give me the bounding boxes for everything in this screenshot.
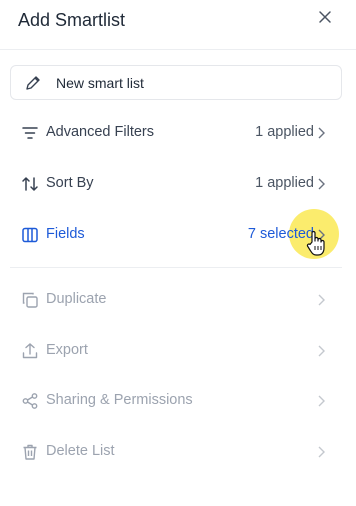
menu-label: Fields [46, 226, 85, 242]
share-icon [22, 393, 38, 409]
divider [10, 267, 342, 268]
chevron-right-icon [318, 178, 325, 190]
chevron-right-icon [318, 294, 325, 306]
menu-label: Export [46, 342, 88, 358]
filter-lines-icon [22, 127, 38, 139]
menu-label: Advanced Filters [46, 124, 154, 140]
list-name-input[interactable] [56, 72, 326, 94]
trash-icon [23, 444, 37, 460]
menu-item-sharing-permissions[interactable]: Sharing & Permissions [0, 383, 356, 419]
menu-item-fields[interactable]: Fields 7 selected [0, 217, 356, 253]
copy-icon [22, 292, 38, 308]
panel-title: Add Smartlist [18, 10, 126, 30]
chevron-right-icon [318, 446, 325, 458]
chevron-right-icon [318, 395, 325, 407]
panel-header: Add Smartlist [0, 0, 356, 50]
pencil-icon [26, 76, 40, 90]
columns-icon [22, 227, 38, 243]
close-icon[interactable] [316, 8, 334, 26]
menu-item-advanced-filters[interactable]: Advanced Filters 1 applied [0, 115, 356, 151]
list-name-field[interactable] [10, 65, 342, 100]
menu-label: Delete List [46, 443, 115, 459]
menu-label: Sharing & Permissions [46, 392, 193, 408]
menu-item-duplicate[interactable]: Duplicate [0, 282, 356, 318]
menu-label: Sort By [46, 175, 94, 191]
hand-pointer-icon [306, 230, 325, 256]
menu-item-sort-by[interactable]: Sort By 1 applied [0, 166, 356, 202]
menu-label: Duplicate [46, 291, 107, 307]
menu-value: 7 selected [247, 226, 314, 242]
sort-arrows-icon [22, 177, 38, 191]
menu-item-export[interactable]: Export [0, 333, 356, 369]
menu-value: 1 applied [255, 124, 314, 140]
chevron-right-icon [318, 127, 325, 139]
menu-value: 1 applied [255, 175, 314, 191]
chevron-right-icon [318, 345, 325, 357]
upload-icon [22, 343, 38, 359]
menu-item-delete-list[interactable]: Delete List [0, 434, 356, 470]
